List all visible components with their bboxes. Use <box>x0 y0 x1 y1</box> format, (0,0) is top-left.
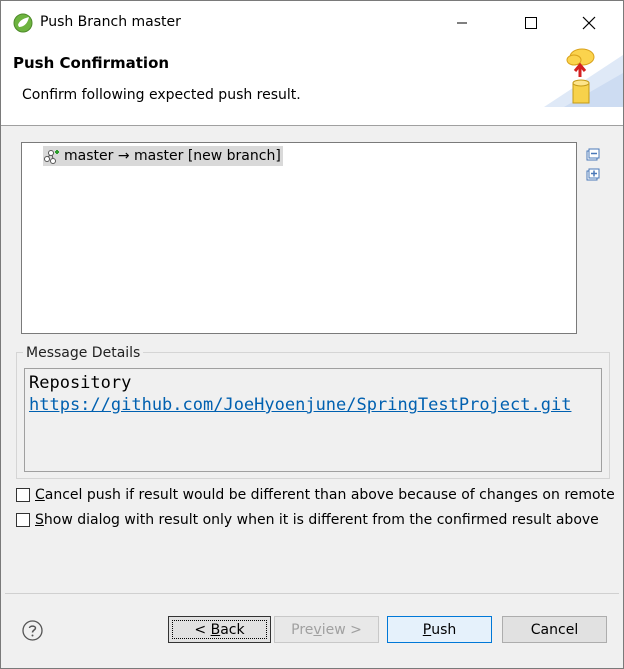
window-title: Push Branch master <box>40 14 181 30</box>
push-button[interactable]: Push <box>387 616 492 643</box>
repository-url-link[interactable]: https://github.com/JoeHyoenjune/SpringTe… <box>29 394 595 416</box>
show-dialog-option[interactable]: Show dialog with result only when it is … <box>16 512 599 528</box>
push-banner-icon <box>544 48 623 107</box>
cancel-if-different-label: Cancel push if result would be different… <box>35 487 615 503</box>
focus-indicator <box>172 620 267 639</box>
tree-item-ref-update[interactable]: master → master [new branch] <box>43 146 283 166</box>
back-button[interactable]: < Back <box>168 616 271 643</box>
push-branch-dialog: Push Branch master Push Confirmation Con… <box>0 0 624 669</box>
message-details-label: Message Details <box>23 345 144 361</box>
close-button[interactable] <box>566 1 612 45</box>
maximize-icon <box>525 17 537 29</box>
footer-divider <box>5 593 619 594</box>
cancel-button[interactable]: Cancel <box>502 616 607 643</box>
message-details-text[interactable]: Repository https://github.com/JoeHyoenju… <box>24 368 602 472</box>
push-results-tree[interactable]: master → master [new branch] <box>21 142 577 334</box>
tree-item-label: master → master [new branch] <box>64 148 281 164</box>
preview-button[interactable]: Pre v iew > <box>274 616 379 643</box>
branch-push-icon <box>44 150 59 164</box>
title-bar[interactable]: Push Branch master <box>1 1 623 45</box>
help-icon[interactable] <box>22 620 43 641</box>
minimize-icon <box>457 22 467 24</box>
show-dialog-checkbox[interactable] <box>16 513 30 527</box>
show-dialog-label: Show dialog with result only when it is … <box>35 512 599 528</box>
page-description: Confirm following expected push result. <box>22 87 301 103</box>
page-title: Push Confirmation <box>13 54 170 72</box>
repository-label: Repository <box>29 373 132 393</box>
maximize-button[interactable] <box>508 1 554 45</box>
cancel-if-different-option[interactable]: Cancel push if result would be different… <box>16 487 615 503</box>
wizard-header: Push Confirmation Confirm following expe… <box>1 45 623 126</box>
close-icon <box>582 16 596 30</box>
minimize-button[interactable] <box>439 1 485 45</box>
cancel-if-different-checkbox[interactable] <box>16 488 30 502</box>
collapse-all-icon[interactable] <box>586 148 600 162</box>
expand-all-icon[interactable] <box>586 168 600 182</box>
spring-tools-icon <box>13 13 33 33</box>
